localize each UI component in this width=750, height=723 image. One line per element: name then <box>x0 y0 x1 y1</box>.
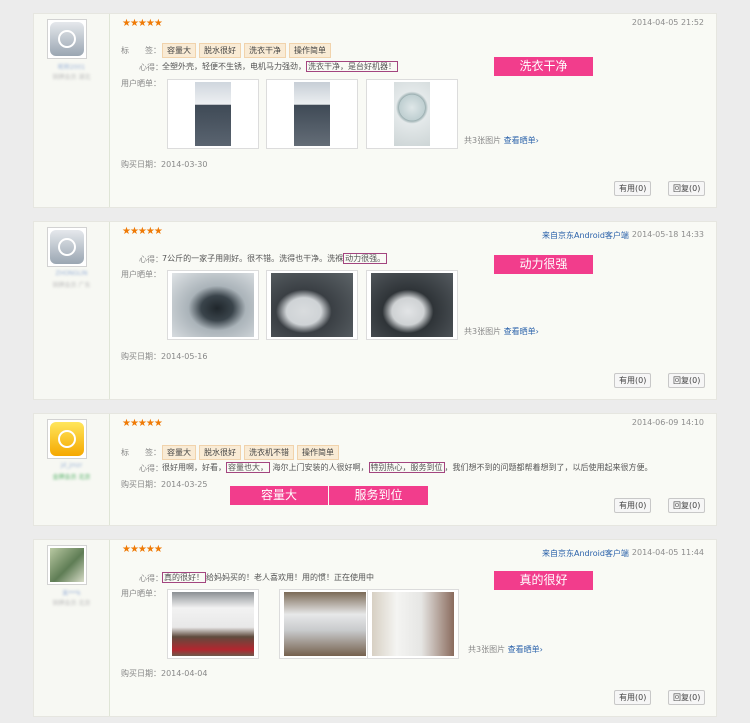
review-date: 2014-06-09 14:10 <box>631 418 704 427</box>
useful-button[interactable]: 有用(0) <box>614 690 652 705</box>
comment-label: 心得： <box>139 464 163 473</box>
comment-part: 很好用啊，好看， <box>162 463 226 472</box>
comment-highlight: 洗衣干净，是台好机器！ <box>306 61 398 72</box>
photos-label: 用户晒单： <box>121 589 161 598</box>
photo-thumbnail[interactable] <box>367 589 459 659</box>
comment-part: 给妈妈买的！老人喜欢用！用的惯！正在使用中 <box>206 573 374 582</box>
view-photos-link[interactable]: 查看晒单› <box>504 136 539 145</box>
comment-text: 全塑外壳，轻便不生锈，电机马力强劲， 洗衣干净，是台好机器！ <box>162 61 398 72</box>
photo-thumbnail[interactable] <box>167 589 259 659</box>
tag[interactable]: 洗衣干净 <box>244 43 286 58</box>
review-date: 2014-04-05 21:52 <box>631 18 704 27</box>
tag-label: 标 签： <box>121 448 161 457</box>
photo-thumbnail[interactable] <box>366 270 458 340</box>
photo-count: 共3张图片 查看晒单› <box>468 644 543 655</box>
rating-stars: ★★★★★ <box>122 226 163 237</box>
reply-button[interactable]: 回复(0) <box>668 498 706 513</box>
tag[interactable]: 脱水很好 <box>199 43 241 58</box>
user-name[interactable]: 美***k <box>34 588 109 597</box>
comment-highlight: 特别热心，服务到位 <box>368 462 445 473</box>
user-panel: 美***k 铜牌会员 北京 <box>34 540 110 716</box>
rating-stars: ★★★★★ <box>122 18 163 29</box>
comment-text: 7公斤的一家子用刚好。很不错。洗得也干净。洗褓 动力很强。 <box>162 253 388 264</box>
tag-label: 标 签： <box>121 46 161 55</box>
photo-thumbnail[interactable] <box>167 270 259 340</box>
rating-stars: ★★★★★ <box>122 418 163 429</box>
view-photos-link[interactable]: 查看晒单› <box>504 327 539 336</box>
view-photos-link[interactable]: 查看晒单› <box>508 645 543 654</box>
reply-button[interactable]: 回复(0) <box>668 373 706 388</box>
reply-button[interactable]: 回复(0) <box>668 181 706 196</box>
user-name[interactable]: jd_jmzr <box>34 462 109 469</box>
review-card: jd_jmzr 金牌会员 北京 ★★★★★ 2014-06-09 14:10 标… <box>33 413 717 526</box>
comment-label: 心得： <box>139 255 163 264</box>
rating-stars: ★★★★★ <box>122 544 163 555</box>
avatar[interactable] <box>47 545 87 585</box>
comment-text: 真的很好！ 给妈妈买的！老人喜欢用！用的惯！正在使用中 <box>162 572 374 583</box>
tag-list: 容量大 脱水很好 洗衣机不错 操作简单 <box>162 445 342 460</box>
comment-part: 全塑外壳，轻便不生锈，电机马力强劲， <box>162 62 306 71</box>
user-panel: ZHONGLIN 铜牌会员 广东 <box>34 222 110 399</box>
photos-label: 用户晒单： <box>121 79 161 88</box>
review-card: 昵称2001 铜牌会员 湖北 ★★★★★ 2014-04-05 21:52 标 … <box>33 13 717 208</box>
comment-part: 7公斤的一家子用刚好。很不错。洗得也干净。洗褓 <box>162 254 344 263</box>
comment-highlight: 真的很好！ <box>162 572 206 583</box>
tag[interactable]: 操作简单 <box>297 445 339 460</box>
useful-button[interactable]: 有用(0) <box>614 498 652 513</box>
comment-text: 很好用啊，好看， 容量也大， 海尔上门安装的人很好啊， 特别热心，服务到位 ，我们想不… <box>162 462 653 473</box>
tag[interactable]: 操作简单 <box>289 43 331 58</box>
photos-label: 用户晒单： <box>121 270 161 279</box>
user-level: 金牌会员 北京 <box>52 474 91 481</box>
photo-thumbnail[interactable] <box>167 79 259 149</box>
comment-part: ，我们想不到的问题都帮着想到了，以后使用起来很方便。 <box>444 463 653 472</box>
photo-count-text: 共3张图片 <box>464 136 502 145</box>
client-source-link[interactable]: 来自京东Android客户端 <box>542 548 629 559</box>
purchase-date: 购买日期：2014-03-25 <box>121 480 208 489</box>
callout-label: 动力很强 <box>494 255 593 274</box>
reply-button[interactable]: 回复(0) <box>668 690 706 705</box>
photo-thumbnail[interactable] <box>266 270 358 340</box>
purchase-date: 购买日期：2014-04-04 <box>121 669 208 678</box>
user-level: 铜牌会员 北京 <box>52 600 91 607</box>
user-name[interactable]: 昵称2001 <box>34 62 109 71</box>
photo-count-text: 共3张图片 <box>468 645 506 654</box>
tag[interactable]: 容量大 <box>162 445 196 460</box>
comment-label: 心得： <box>139 63 163 72</box>
review-date: 2014-05-18 14:33 <box>631 230 704 239</box>
purchase-date: 购买日期：2014-03-30 <box>121 160 208 169</box>
photo-count: 共3张图片 查看晒单› <box>464 135 539 146</box>
photo-thumbnail[interactable] <box>266 79 358 149</box>
tag[interactable]: 脱水很好 <box>199 445 241 460</box>
review-date: 2014-04-05 11:44 <box>631 548 704 557</box>
avatar[interactable] <box>47 227 87 267</box>
comment-label: 心得： <box>139 574 163 583</box>
photo-count-text: 共3张图片 <box>464 327 502 336</box>
user-panel: jd_jmzr 金牌会员 北京 <box>34 414 110 525</box>
useful-button[interactable]: 有用(0) <box>614 181 652 196</box>
photo-count: 共3张图片 查看晒单› <box>464 326 539 337</box>
tag[interactable]: 容量大 <box>162 43 196 58</box>
avatar[interactable] <box>47 19 87 59</box>
photo-thumbnail[interactable] <box>366 79 458 149</box>
user-level: 铜牌会员 广东 <box>52 282 91 289</box>
client-source-link[interactable]: 来自京东Android客户端 <box>542 230 629 241</box>
photo-thumbnail[interactable] <box>279 589 371 659</box>
comment-highlight: 容量也大， <box>226 462 270 473</box>
tag-list: 容量大 脱水很好 洗衣干净 操作简单 <box>162 43 334 58</box>
user-panel: 昵称2001 铜牌会员 湖北 <box>34 14 110 207</box>
user-level: 铜牌会员 湖北 <box>52 74 91 81</box>
user-name[interactable]: ZHONGLIN <box>34 270 109 277</box>
avatar[interactable] <box>47 419 87 459</box>
callout-label: 洗衣干净 <box>494 57 593 76</box>
tag[interactable]: 洗衣机不错 <box>244 445 294 460</box>
comment-highlight: 动力很强。 <box>343 253 388 264</box>
useful-button[interactable]: 有用(0) <box>614 373 652 388</box>
review-card: ZHONGLIN 铜牌会员 广东 ★★★★★ 来自京东Android客户端 20… <box>33 221 717 400</box>
callout-label: 服务到位 <box>329 486 428 505</box>
callout-label: 容量大 <box>230 486 328 505</box>
callout-label: 真的很好 <box>494 571 593 590</box>
comment-part: 海尔上门安装的人很好啊， <box>272 463 369 472</box>
purchase-date: 购买日期：2014-05-16 <box>121 352 208 361</box>
review-card: 美***k 铜牌会员 北京 ★★★★★ 来自京东Android客户端 2014-… <box>33 539 717 717</box>
